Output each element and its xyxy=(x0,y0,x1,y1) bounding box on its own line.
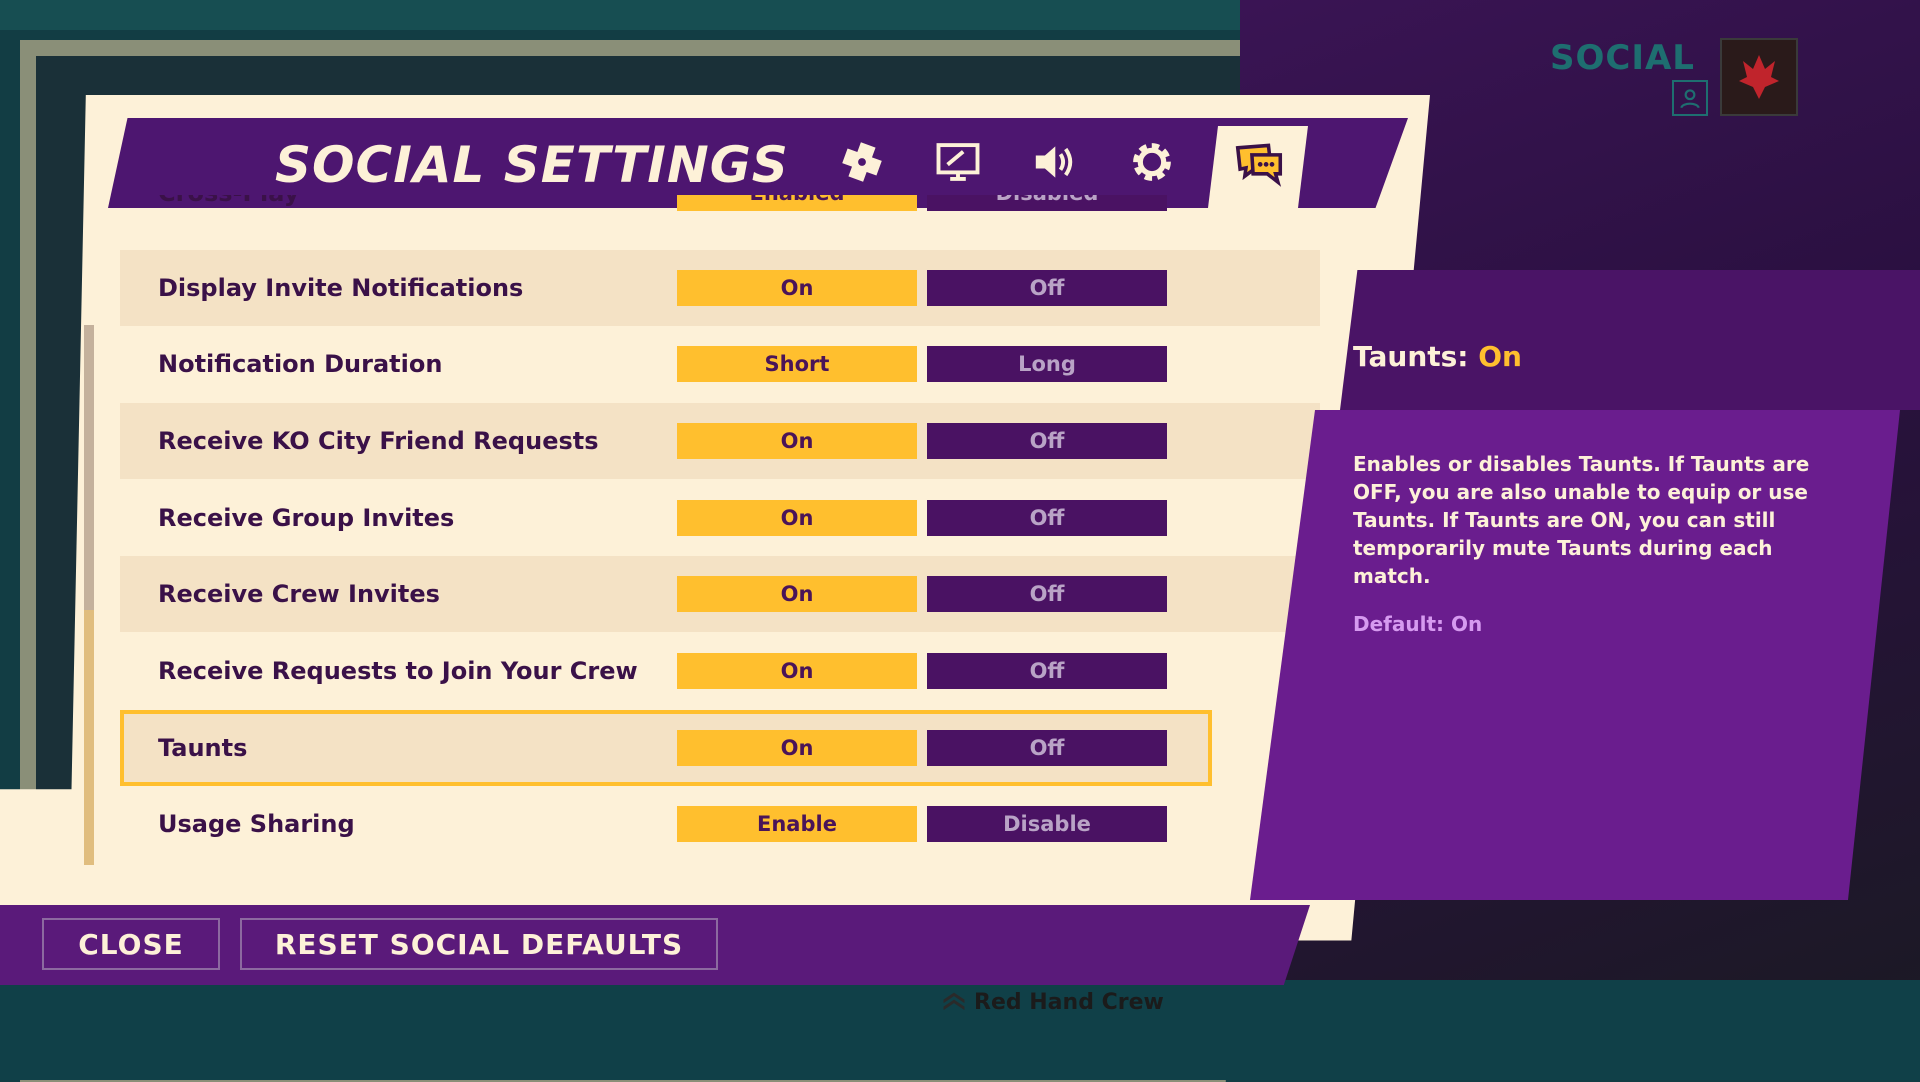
profile-icon xyxy=(1672,80,1708,116)
option-off[interactable]: Off xyxy=(927,730,1167,766)
option-on[interactable]: On xyxy=(677,653,917,689)
chat-icon[interactable] xyxy=(1222,132,1296,192)
crew-emblem-icon xyxy=(1720,38,1798,116)
row-label: Usage Sharing xyxy=(158,810,355,838)
background-teal xyxy=(0,0,1240,30)
option-on[interactable]: Short xyxy=(677,346,917,382)
settings-row[interactable]: Display Invite Notifications On Off xyxy=(120,250,1320,326)
description-title-value: On xyxy=(1478,340,1522,373)
option-on[interactable]: On xyxy=(677,576,917,612)
option-on[interactable]: Enabled xyxy=(677,195,917,211)
row-label: Display Invite Notifications xyxy=(158,274,524,302)
description-default: Default: On xyxy=(1353,612,1483,636)
gamepad-icon[interactable] xyxy=(832,132,892,192)
option-on[interactable]: On xyxy=(677,423,917,459)
option-off[interactable]: Off xyxy=(927,423,1167,459)
settings-row[interactable]: Usage Sharing Enable Disable xyxy=(120,786,1320,862)
crew-label: Red Hand Crew xyxy=(940,988,1164,1016)
option-off[interactable]: Off xyxy=(927,270,1167,306)
reset-defaults-button[interactable]: RESET SOCIAL DEFAULTS xyxy=(240,918,718,970)
settings-row[interactable]: Notification Duration Short Long xyxy=(120,326,1320,402)
option-off[interactable]: Disable xyxy=(927,806,1167,842)
settings-row[interactable]: Cross-Play Enabled Disabled xyxy=(120,195,1320,230)
option-on[interactable]: On xyxy=(677,270,917,306)
speaker-icon[interactable] xyxy=(1024,132,1084,192)
settings-row[interactable]: Receive Crew Invites On Off xyxy=(120,556,1320,632)
row-label: Receive KO City Friend Requests xyxy=(158,427,599,455)
close-button[interactable]: CLOSE xyxy=(42,918,220,970)
settings-row[interactable]: Receive KO City Friend Requests On Off xyxy=(120,403,1320,479)
row-label: Receive Group Invites xyxy=(158,504,455,532)
description-title: Taunts: On xyxy=(1353,340,1522,373)
option-off[interactable]: Off xyxy=(927,576,1167,612)
list-item-cross-play[interactable]: Cross-Play Enabled Disabled xyxy=(120,195,1320,230)
settings-row-selected[interactable]: Taunts On Off xyxy=(120,710,1212,786)
gear-icon[interactable] xyxy=(1122,132,1182,192)
option-on[interactable]: Enable xyxy=(677,806,917,842)
page-title: SOCIAL SETTINGS xyxy=(275,136,789,194)
settings-row[interactable]: Receive Requests to Join Your Crew On Of… xyxy=(120,633,1320,709)
option-on[interactable]: On xyxy=(677,730,917,766)
scrollbar-thumb[interactable] xyxy=(84,610,94,865)
row-label: Cross-Play xyxy=(158,195,299,207)
row-label: Notification Duration xyxy=(158,350,443,378)
rank-chevron-icon xyxy=(943,992,965,1011)
crew-name: Red Hand Crew xyxy=(974,989,1164,1015)
row-label: Receive Crew Invites xyxy=(158,580,440,608)
option-off[interactable]: Disabled xyxy=(927,195,1167,211)
row-label: Receive Requests to Join Your Crew xyxy=(158,657,638,685)
option-off[interactable]: Long xyxy=(927,346,1167,382)
option-off[interactable]: Off xyxy=(927,653,1167,689)
description-title-label: Taunts: xyxy=(1353,340,1469,373)
social-logo-text: SOCIAL xyxy=(1550,38,1695,78)
description-body: Enables or disables Taunts. If Taunts ar… xyxy=(1353,452,1810,588)
row-label: Taunts xyxy=(158,734,248,762)
option-off[interactable]: Off xyxy=(927,500,1167,536)
settings-row[interactable]: Receive Group Invites On Off xyxy=(120,480,1320,556)
option-on[interactable]: On xyxy=(677,500,917,536)
display-icon[interactable] xyxy=(928,132,988,192)
